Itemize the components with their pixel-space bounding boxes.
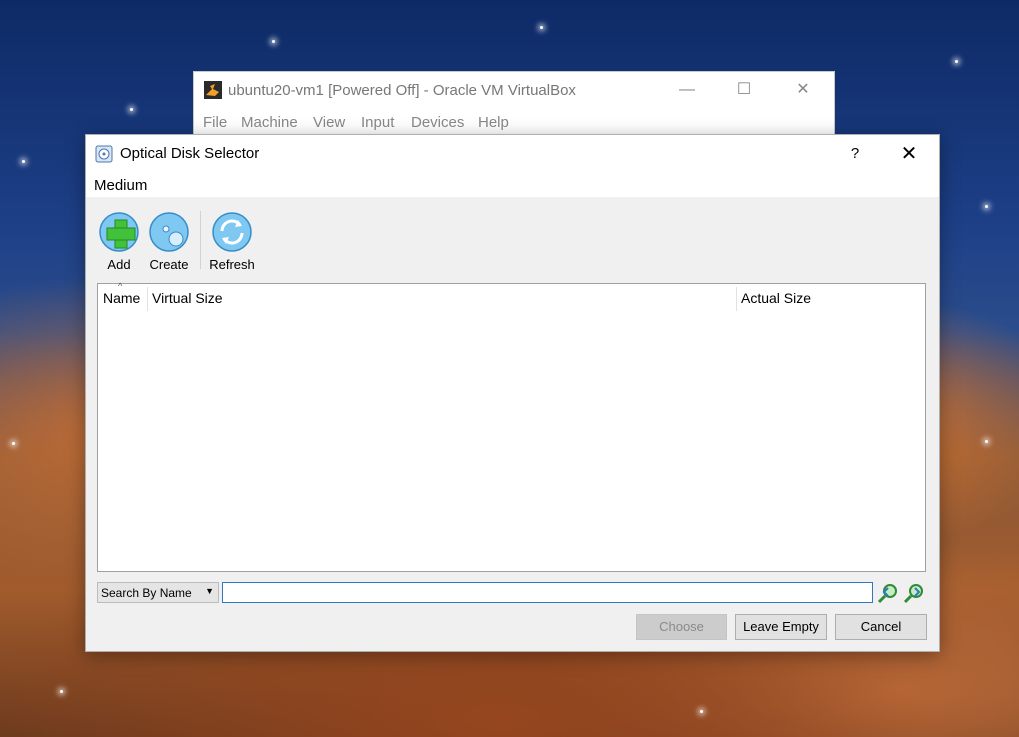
- add-label: Add: [107, 257, 131, 272]
- maximize-button[interactable]: ☐: [721, 78, 767, 102]
- refresh-icon: [212, 212, 252, 252]
- star: [12, 442, 15, 445]
- add-button[interactable]: Add: [93, 211, 145, 273]
- window-title: ubuntu20-vm1 [Powered Off] - Oracle VM V…: [228, 82, 576, 99]
- create-button[interactable]: Create: [143, 211, 195, 273]
- column-header-name[interactable]: Name: [103, 290, 140, 306]
- choose-button[interactable]: Choose: [636, 614, 727, 640]
- search-input[interactable]: [222, 582, 873, 603]
- column-header-virtual-size[interactable]: Virtual Size: [152, 290, 223, 306]
- dialog-title: Optical Disk Selector: [120, 145, 260, 162]
- menu-file[interactable]: File: [203, 114, 227, 131]
- star: [272, 40, 275, 43]
- toolbar: Add Create Refresh: [86, 197, 939, 283]
- star: [700, 710, 703, 713]
- search-next-icon[interactable]: [903, 582, 925, 604]
- column-divider[interactable]: [736, 287, 737, 311]
- dialog-titlebar[interactable]: Optical Disk Selector ? ✕: [86, 135, 939, 173]
- star: [130, 108, 133, 111]
- menu-devices[interactable]: Devices: [411, 114, 464, 131]
- toolbar-separator: [200, 211, 201, 269]
- star: [955, 60, 958, 63]
- minimize-button[interactable]: —: [664, 78, 710, 102]
- close-button[interactable]: ✕: [780, 78, 826, 102]
- table-header: ^ Name Virtual Size Actual Size: [98, 281, 925, 312]
- help-button[interactable]: ?: [840, 139, 870, 169]
- virtualbox-titlebar[interactable]: ubuntu20-vm1 [Powered Off] - Oracle VM V…: [194, 72, 834, 108]
- star: [60, 690, 63, 693]
- create-label: Create: [149, 257, 189, 272]
- medium-table[interactable]: ^ Name Virtual Size Actual Size: [97, 281, 926, 572]
- cancel-button[interactable]: Cancel: [835, 614, 927, 640]
- optical-disk-selector-dialog: Optical Disk Selector ? ✕ Medium Add Cre…: [85, 134, 940, 652]
- virtualbox-main-window[interactable]: ubuntu20-vm1 [Powered Off] - Oracle VM V…: [193, 71, 835, 143]
- star: [22, 160, 25, 163]
- create-disc-icon: [149, 212, 189, 252]
- star: [985, 205, 988, 208]
- menu-view[interactable]: View: [313, 114, 345, 131]
- menu-medium[interactable]: Medium: [94, 177, 147, 194]
- search-row: Search By Name ▼: [97, 582, 926, 606]
- refresh-label: Refresh: [209, 257, 255, 272]
- menu-help[interactable]: Help: [478, 114, 509, 131]
- add-icon: [99, 212, 139, 252]
- column-divider[interactable]: [147, 287, 148, 311]
- column-header-actual-size[interactable]: Actual Size: [741, 290, 811, 306]
- menu-machine[interactable]: Machine: [241, 114, 298, 131]
- refresh-button[interactable]: Refresh: [206, 211, 258, 273]
- search-previous-icon[interactable]: [877, 582, 899, 604]
- star: [985, 440, 988, 443]
- search-mode-value: Search By Name: [101, 586, 192, 600]
- chevron-down-icon: ▼: [205, 586, 214, 596]
- dialog-menubar: Medium: [86, 173, 939, 197]
- star: [540, 26, 543, 29]
- menu-input[interactable]: Input: [361, 114, 394, 131]
- search-mode-select[interactable]: Search By Name ▼: [97, 582, 219, 603]
- virtualbox-app-icon: [204, 81, 222, 99]
- dialog-close-button[interactable]: ✕: [892, 139, 926, 169]
- optical-disk-icon: [95, 145, 113, 163]
- leave-empty-button[interactable]: Leave Empty: [735, 614, 827, 640]
